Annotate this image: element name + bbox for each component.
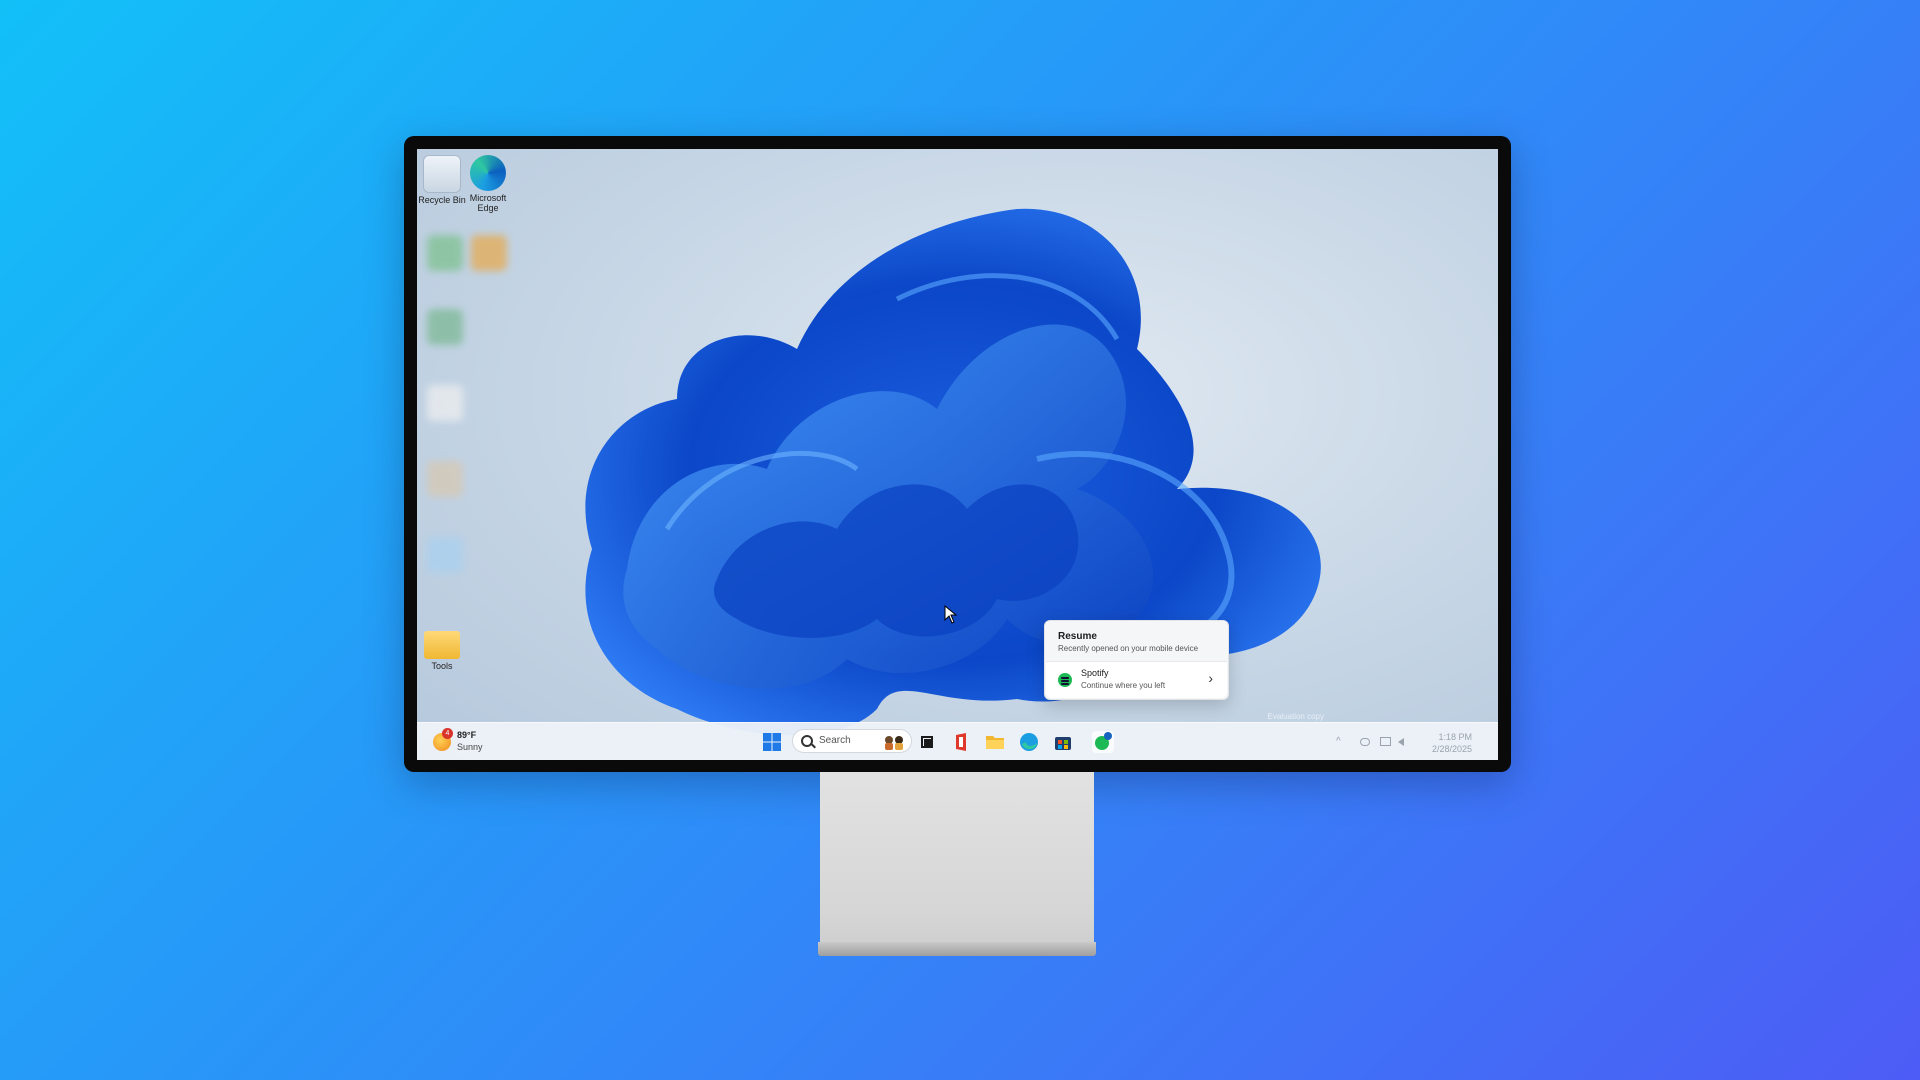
resume-flyout: Resume Recently opened on your mobile de… <box>1044 620 1229 700</box>
weather-badge: 4 <box>442 728 453 739</box>
folder-icon <box>424 631 460 659</box>
office-icon <box>956 733 966 751</box>
desktop-icon-blurred[interactable] <box>417 385 473 421</box>
desktop-icon-label: Tools <box>431 661 453 671</box>
office-button[interactable] <box>950 731 972 753</box>
folder-icon <box>986 736 1004 749</box>
desktop-icon-tools-folder[interactable]: Tools <box>417 625 470 671</box>
phone-link-icon <box>1095 732 1112 750</box>
taskbar-clock[interactable]: 1:18 PM 2/28/2025 <box>1432 731 1472 755</box>
resume-app-name: Spotify <box>1081 668 1109 678</box>
edge-icon <box>470 155 506 191</box>
monitor-stand <box>820 772 1094 945</box>
taskview-button[interactable] <box>916 731 938 753</box>
clock-time: 1:18 PM <box>1438 732 1472 742</box>
search-highlight-icon[interactable] <box>881 733 907 751</box>
search-icon <box>801 735 813 747</box>
resume-title: Resume <box>1058 631 1097 642</box>
file-explorer-button[interactable] <box>984 731 1006 753</box>
weather-condition: Sunny <box>457 742 483 752</box>
monitor-icon[interactable] <box>1380 737 1391 746</box>
monitor-frame: Recycle Bin Microsoft Edge Tools Evaluat… <box>404 136 1511 772</box>
windows-logo-icon <box>763 733 781 751</box>
resume-subtitle: Recently opened on your mobile device <box>1058 644 1199 653</box>
weather-temp: 89°F <box>457 730 477 740</box>
taskview-icon <box>921 736 933 748</box>
phone-link-button[interactable] <box>1092 731 1114 753</box>
mouse-cursor-icon <box>944 605 958 624</box>
store-button[interactable] <box>1052 731 1074 753</box>
desktop-icon-blurred[interactable] <box>417 461 473 497</box>
cloud-icon[interactable] <box>1360 738 1370 746</box>
wallpaper-bloom <box>585 208 1321 736</box>
system-tray: ^ 1:18 PM 2/28/2025 <box>1336 727 1486 757</box>
desktop-icon-edge[interactable]: Microsoft Edge <box>460 155 516 213</box>
desktop-icon-blurred[interactable] <box>417 537 473 573</box>
speaker-icon[interactable] <box>1398 738 1404 746</box>
resume-app-desc: Continue where you left <box>1081 681 1166 690</box>
recycle-bin-icon <box>423 155 461 193</box>
spotify-icon <box>1058 673 1072 687</box>
start-button[interactable] <box>761 731 783 753</box>
desktop-screen: Recycle Bin Microsoft Edge Tools Evaluat… <box>417 149 1498 760</box>
taskbar: 4 89°F Sunny Search ^ 1:18 PM 2/28/2025 <box>417 722 1498 760</box>
evaluation-watermark: Evaluation copy <box>1267 712 1324 721</box>
resume-spotify-card[interactable]: Spotify Continue where you left › <box>1046 661 1227 698</box>
desktop-icon-label: Microsoft Edge <box>469 193 507 213</box>
edge-icon <box>1020 733 1038 751</box>
search-label: Search <box>819 735 851 746</box>
monitor-stand-base <box>818 942 1096 956</box>
clock-date: 2/28/2025 <box>1431 744 1472 754</box>
edge-button[interactable] <box>1018 731 1040 753</box>
desktop-icon-blurred[interactable] <box>461 235 517 271</box>
chevron-up-icon[interactable]: ^ <box>1336 736 1346 747</box>
store-icon <box>1055 737 1071 750</box>
desktop-icon-blurred[interactable] <box>417 309 473 345</box>
chevron-right-icon: › <box>1208 670 1213 686</box>
